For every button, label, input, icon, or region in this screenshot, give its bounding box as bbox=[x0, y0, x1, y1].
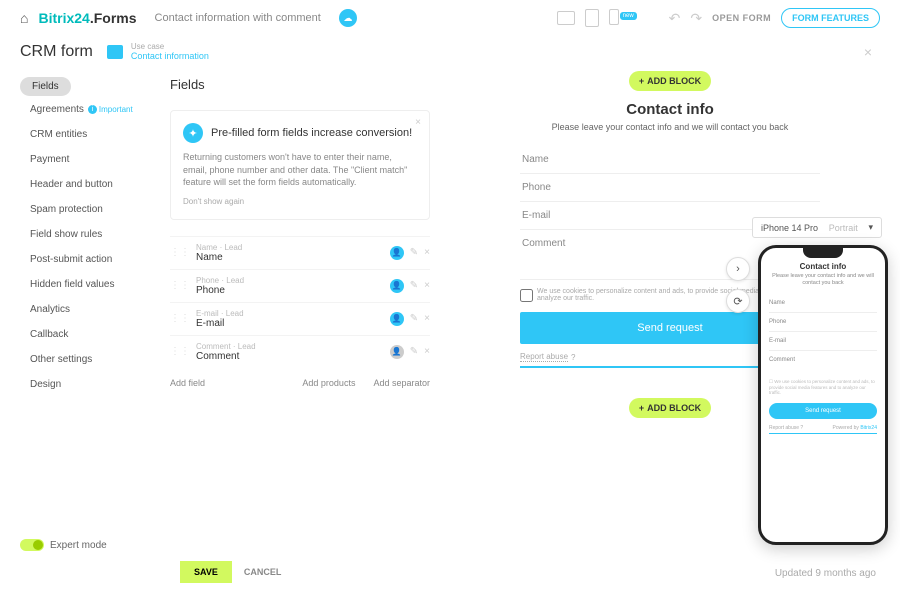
sidebar-item-payment[interactable]: Payment bbox=[20, 148, 140, 171]
delete-icon[interactable]: × bbox=[424, 247, 430, 258]
form-features-button[interactable]: FORM FEATURES bbox=[781, 8, 880, 28]
drag-icon[interactable]: ⋮⋮ bbox=[170, 313, 190, 324]
form-name: Contact information with comment bbox=[147, 9, 329, 27]
edit-icon[interactable]: ✎ bbox=[410, 313, 418, 324]
sidebar-item-callback[interactable]: Callback bbox=[20, 323, 140, 346]
delete-icon[interactable]: × bbox=[424, 346, 430, 357]
preview-phone-field[interactable]: Phone bbox=[520, 174, 820, 202]
preview-name-field[interactable]: Name bbox=[520, 146, 820, 174]
phone-email-field: E-mail bbox=[769, 332, 877, 351]
report-abuse-link[interactable]: Report abuse ? bbox=[520, 352, 575, 362]
field-row[interactable]: ⋮⋮Phone · LeadPhone👤✎× bbox=[170, 269, 430, 302]
delete-icon[interactable]: × bbox=[424, 280, 430, 291]
undo-icon[interactable]: ↶ bbox=[669, 10, 681, 27]
refresh-icon[interactable]: ⟳ bbox=[726, 289, 750, 313]
add-field-link[interactable]: Add field bbox=[170, 378, 284, 388]
user-icon[interactable]: 👤 bbox=[390, 246, 404, 260]
page-title: CRM form bbox=[20, 43, 93, 61]
field-row[interactable]: ⋮⋮Comment · LeadComment👤✎× bbox=[170, 335, 430, 368]
cancel-button[interactable]: CANCEL bbox=[244, 567, 282, 577]
phone-mockup: Contact info Please leave your contact i… bbox=[758, 245, 888, 545]
user-icon[interactable]: 👤 bbox=[390, 279, 404, 293]
cloud-icon[interactable]: ☁ bbox=[339, 9, 357, 27]
phone-name-field: Name bbox=[769, 294, 877, 313]
user-icon[interactable]: 👤 bbox=[390, 345, 404, 359]
edit-icon[interactable]: ✎ bbox=[410, 280, 418, 291]
sidebar: Fields Agreements iImportant CRM entitie… bbox=[20, 67, 140, 428]
drag-icon[interactable]: ⋮⋮ bbox=[170, 346, 190, 357]
user-icon[interactable]: 👤 bbox=[390, 312, 404, 326]
close-icon[interactable]: × bbox=[864, 44, 880, 60]
doc-icon bbox=[107, 45, 123, 59]
add-block-button-bottom[interactable]: + ADD BLOCK bbox=[629, 398, 711, 418]
phone-phone-field: Phone bbox=[769, 313, 877, 332]
sidebar-item-header[interactable]: Header and button bbox=[20, 173, 140, 196]
tip-card: × ✦ Pre-filled form fields increase conv… bbox=[170, 110, 430, 220]
sidebar-item-fields[interactable]: Fields bbox=[20, 77, 71, 96]
use-case-label: Use case bbox=[131, 42, 209, 51]
sidebar-item-hidden[interactable]: Hidden field values bbox=[20, 273, 140, 296]
sidebar-item-rules[interactable]: Field show rules bbox=[20, 223, 140, 246]
edit-icon[interactable]: ✎ bbox=[410, 346, 418, 357]
chevron-right-icon[interactable]: › bbox=[726, 257, 750, 281]
brand-logo: Bitrix24.Forms bbox=[38, 10, 136, 26]
tip-title: Pre-filled form fields increase conversi… bbox=[211, 127, 412, 139]
section-heading: Fields bbox=[170, 77, 430, 92]
phone-report: Report abuse ? bbox=[769, 425, 803, 431]
desktop-icon[interactable] bbox=[557, 11, 575, 25]
home-icon[interactable]: ⌂ bbox=[20, 10, 28, 26]
redo-icon[interactable]: ↷ bbox=[690, 10, 702, 27]
preview-subtitle: Please leave your contact info and we wi… bbox=[520, 122, 820, 132]
updated-label: Updated 9 months ago bbox=[775, 568, 876, 579]
sidebar-item-postsubmit[interactable]: Post-submit action bbox=[20, 248, 140, 271]
add-separator-link[interactable]: Add separator bbox=[373, 378, 430, 388]
drag-icon[interactable]: ⋮⋮ bbox=[170, 280, 190, 291]
device-selector[interactable]: iPhone 14 Pro Portrait▾ bbox=[752, 217, 882, 238]
contact-info-link[interactable]: Contact information bbox=[131, 51, 209, 61]
sidebar-item-analytics[interactable]: Analytics bbox=[20, 298, 140, 321]
tip-dismiss-link[interactable]: Don't show again bbox=[183, 197, 244, 206]
sidebar-item-other[interactable]: Other settings bbox=[20, 348, 140, 371]
field-row[interactable]: ⋮⋮E-mail · LeadE-mail👤✎× bbox=[170, 302, 430, 335]
phone-subtitle: Please leave your contact info and we wi… bbox=[769, 273, 877, 286]
mobile-icon[interactable]: new bbox=[609, 9, 639, 28]
tip-body: Returning customers won't have to enter … bbox=[183, 151, 417, 189]
tip-close-icon[interactable]: × bbox=[415, 117, 421, 128]
tablet-icon[interactable] bbox=[585, 9, 599, 27]
sidebar-item-design[interactable]: Design bbox=[20, 373, 140, 396]
delete-icon[interactable]: × bbox=[424, 313, 430, 324]
field-row[interactable]: ⋮⋮Name · LeadName👤✎× bbox=[170, 236, 430, 269]
phone-powered: Powered by Bitrix24 bbox=[833, 425, 877, 431]
sidebar-item-crm[interactable]: CRM entities bbox=[20, 123, 140, 146]
sidebar-item-agreements[interactable]: Agreements iImportant bbox=[20, 98, 140, 121]
phone-send-button: Send request bbox=[769, 403, 877, 419]
tip-icon: ✦ bbox=[183, 123, 203, 143]
phone-comment-field: Comment bbox=[769, 351, 877, 377]
expert-mode-toggle[interactable] bbox=[20, 539, 44, 551]
save-button[interactable]: SAVE bbox=[180, 561, 232, 583]
phone-title: Contact info bbox=[769, 262, 877, 271]
add-block-button-top[interactable]: + ADD BLOCK bbox=[629, 71, 711, 91]
drag-icon[interactable]: ⋮⋮ bbox=[170, 247, 190, 258]
preview-title: Contact info bbox=[520, 101, 820, 118]
phone-cookie: ☐ We use cookies to personalize content … bbox=[769, 377, 877, 397]
sidebar-item-spam[interactable]: Spam protection bbox=[20, 198, 140, 221]
add-products-link[interactable]: Add products bbox=[302, 378, 355, 388]
expert-mode-label: Expert mode bbox=[50, 540, 107, 551]
open-form-button[interactable]: OPEN FORM bbox=[712, 13, 771, 23]
edit-icon[interactable]: ✎ bbox=[410, 247, 418, 258]
